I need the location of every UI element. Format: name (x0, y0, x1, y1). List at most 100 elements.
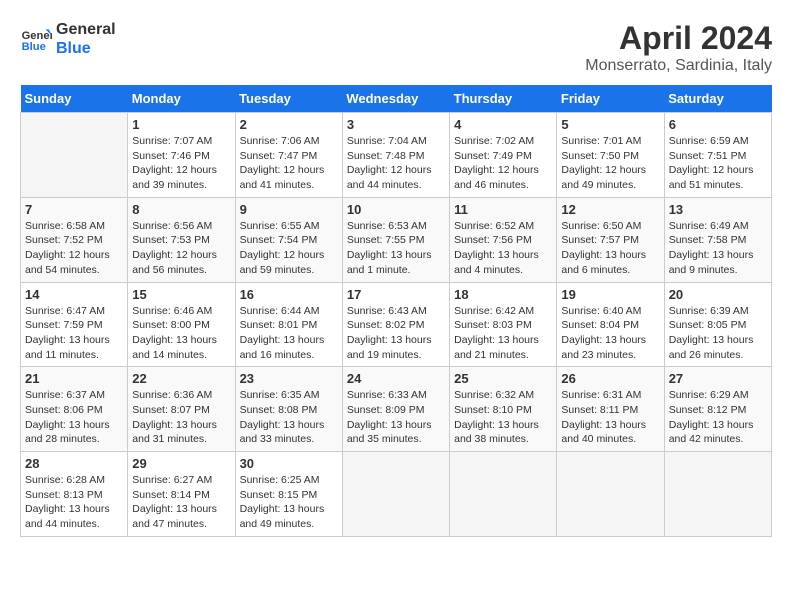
header-friday: Friday (557, 85, 664, 113)
day-info: Sunrise: 6:43 AM Sunset: 8:02 PM Dayligh… (347, 304, 445, 363)
day-number: 18 (454, 287, 552, 302)
calendar-cell: 25Sunrise: 6:32 AM Sunset: 8:10 PM Dayli… (450, 367, 557, 452)
calendar-cell: 12 Sunrise: 6:50 AM Sunset: 7:57 PM Dayli… (557, 197, 664, 282)
calendar-cell (664, 452, 771, 537)
svg-text:General: General (22, 30, 52, 42)
day-info: Sunrise: 6:47 AM Sunset: 7:59 PM Dayligh… (25, 304, 123, 363)
day-info: Sunrise: 6:42 AM Sunset: 8:03 PM Dayligh… (454, 304, 552, 363)
day-info: Sunrise: 6:28 AM Sunset: 8:13 PM Dayligh… (25, 473, 123, 532)
calendar-week-3: 14 Sunrise: 6:47 AM Sunset: 7:59 PM Dayli… (21, 282, 772, 367)
calendar-cell: 23 Sunrise: 6:35 AM Sunset: 8:08 PM Dayli… (235, 367, 342, 452)
calendar-cell (342, 452, 449, 537)
day-number: 14 (25, 287, 123, 302)
day-number: 22 (132, 371, 230, 386)
calendar-cell: 17 Sunrise: 6:43 AM Sunset: 8:02 PM Dayli… (342, 282, 449, 367)
calendar-cell: 22 Sunrise: 6:36 AM Sunset: 8:07 PM Dayli… (128, 367, 235, 452)
calendar-cell: 26Sunrise: 6:31 AM Sunset: 8:11 PM Dayli… (557, 367, 664, 452)
calendar-cell: 24Sunrise: 6:33 AM Sunset: 8:09 PM Dayli… (342, 367, 449, 452)
calendar-header-row: SundayMondayTuesdayWednesdayThursdayFrid… (21, 85, 772, 113)
day-info: Sunrise: 6:50 AM Sunset: 7:57 PM Dayligh… (561, 219, 659, 278)
calendar-cell (21, 113, 128, 198)
calendar-cell: 11Sunrise: 6:52 AM Sunset: 7:56 PM Dayli… (450, 197, 557, 282)
day-number: 17 (347, 287, 445, 302)
day-info: Sunrise: 6:55 AM Sunset: 7:54 PM Dayligh… (240, 219, 338, 278)
calendar-cell: 1 Sunrise: 7:07 AM Sunset: 7:46 PM Daylig… (128, 113, 235, 198)
calendar-week-4: 21 Sunrise: 6:37 AM Sunset: 8:06 PM Dayli… (21, 367, 772, 452)
calendar-cell (450, 452, 557, 537)
day-info: Sunrise: 7:01 AM Sunset: 7:50 PM Dayligh… (561, 134, 659, 193)
calendar-cell: 13 Sunrise: 6:49 AM Sunset: 7:58 PM Dayli… (664, 197, 771, 282)
calendar-cell: 4 Sunrise: 7:02 AM Sunset: 7:49 PM Daylig… (450, 113, 557, 198)
day-number: 19 (561, 287, 659, 302)
day-number: 15 (132, 287, 230, 302)
header-wednesday: Wednesday (342, 85, 449, 113)
day-number: 7 (25, 202, 123, 217)
day-number: 6 (669, 117, 767, 132)
calendar-week-2: 7Sunrise: 6:58 AM Sunset: 7:52 PM Daylig… (21, 197, 772, 282)
day-number: 4 (454, 117, 552, 132)
day-info: Sunrise: 6:36 AM Sunset: 8:07 PM Dayligh… (132, 388, 230, 447)
day-number: 27 (669, 371, 767, 386)
day-number: 8 (132, 202, 230, 217)
day-number: 24 (347, 371, 445, 386)
calendar-cell: 29Sunrise: 6:27 AM Sunset: 8:14 PM Dayli… (128, 452, 235, 537)
calendar-cell: 14 Sunrise: 6:47 AM Sunset: 7:59 PM Dayli… (21, 282, 128, 367)
day-info: Sunrise: 6:25 AM Sunset: 8:15 PM Dayligh… (240, 473, 338, 532)
day-info: Sunrise: 6:52 AM Sunset: 7:56 PM Dayligh… (454, 219, 552, 278)
calendar-cell: 10 Sunrise: 6:53 AM Sunset: 7:55 PM Dayli… (342, 197, 449, 282)
header-sunday: Sunday (21, 85, 128, 113)
day-info: Sunrise: 6:35 AM Sunset: 8:08 PM Dayligh… (240, 388, 338, 447)
day-number: 1 (132, 117, 230, 132)
day-info: Sunrise: 6:31 AM Sunset: 8:11 PM Dayligh… (561, 388, 659, 447)
calendar-cell: 6 Sunrise: 6:59 AM Sunset: 7:51 PM Daylig… (664, 113, 771, 198)
day-info: Sunrise: 6:56 AM Sunset: 7:53 PM Dayligh… (132, 219, 230, 278)
calendar-cell: 2Sunrise: 7:06 AM Sunset: 7:47 PM Daylig… (235, 113, 342, 198)
logo-blue: Blue (56, 39, 116, 58)
day-number: 16 (240, 287, 338, 302)
logo-icon: General Blue (20, 23, 52, 55)
calendar-cell: 30 Sunrise: 6:25 AM Sunset: 8:15 PM Dayli… (235, 452, 342, 537)
calendar-cell: 15Sunrise: 6:46 AM Sunset: 8:00 PM Dayli… (128, 282, 235, 367)
day-number: 13 (669, 202, 767, 217)
calendar-week-5: 28 Sunrise: 6:28 AM Sunset: 8:13 PM Dayli… (21, 452, 772, 537)
day-info: Sunrise: 6:29 AM Sunset: 8:12 PM Dayligh… (669, 388, 767, 447)
day-info: Sunrise: 6:49 AM Sunset: 7:58 PM Dayligh… (669, 219, 767, 278)
day-number: 3 (347, 117, 445, 132)
day-number: 10 (347, 202, 445, 217)
calendar-cell: 19 Sunrise: 6:40 AM Sunset: 8:04 PM Dayli… (557, 282, 664, 367)
day-info: Sunrise: 6:59 AM Sunset: 7:51 PM Dayligh… (669, 134, 767, 193)
day-info: Sunrise: 6:53 AM Sunset: 7:55 PM Dayligh… (347, 219, 445, 278)
day-info: Sunrise: 6:40 AM Sunset: 8:04 PM Dayligh… (561, 304, 659, 363)
day-info: Sunrise: 6:37 AM Sunset: 8:06 PM Dayligh… (25, 388, 123, 447)
day-info: Sunrise: 6:27 AM Sunset: 8:14 PM Dayligh… (132, 473, 230, 532)
day-number: 28 (25, 456, 123, 471)
calendar-cell: 3 Sunrise: 7:04 AM Sunset: 7:48 PM Daylig… (342, 113, 449, 198)
day-number: 12 (561, 202, 659, 217)
header-saturday: Saturday (664, 85, 771, 113)
svg-text:Blue: Blue (22, 41, 46, 53)
day-number: 30 (240, 456, 338, 471)
calendar-cell: 28 Sunrise: 6:28 AM Sunset: 8:13 PM Dayli… (21, 452, 128, 537)
header-monday: Monday (128, 85, 235, 113)
location-subtitle: Monserrato, Sardinia, Italy (585, 57, 772, 75)
day-info: Sunrise: 6:44 AM Sunset: 8:01 PM Dayligh… (240, 304, 338, 363)
calendar-cell: 8 Sunrise: 6:56 AM Sunset: 7:53 PM Daylig… (128, 197, 235, 282)
calendar-cell (557, 452, 664, 537)
day-info: Sunrise: 7:04 AM Sunset: 7:48 PM Dayligh… (347, 134, 445, 193)
calendar-cell: 20 Sunrise: 6:39 AM Sunset: 8:05 PM Dayli… (664, 282, 771, 367)
day-info: Sunrise: 7:07 AM Sunset: 7:46 PM Dayligh… (132, 134, 230, 193)
day-info: Sunrise: 7:02 AM Sunset: 7:49 PM Dayligh… (454, 134, 552, 193)
day-info: Sunrise: 7:06 AM Sunset: 7:47 PM Dayligh… (240, 134, 338, 193)
day-number: 21 (25, 371, 123, 386)
header-tuesday: Tuesday (235, 85, 342, 113)
day-info: Sunrise: 6:39 AM Sunset: 8:05 PM Dayligh… (669, 304, 767, 363)
day-number: 5 (561, 117, 659, 132)
month-year-title: April 2024 (585, 20, 772, 57)
calendar-table: SundayMondayTuesdayWednesdayThursdayFrid… (20, 85, 772, 537)
calendar-cell: 5 Sunrise: 7:01 AM Sunset: 7:50 PM Daylig… (557, 113, 664, 198)
day-number: 23 (240, 371, 338, 386)
calendar-body: 1 Sunrise: 7:07 AM Sunset: 7:46 PM Daylig… (21, 113, 772, 537)
day-number: 20 (669, 287, 767, 302)
day-number: 25 (454, 371, 552, 386)
calendar-cell: 18 Sunrise: 6:42 AM Sunset: 8:03 PM Dayli… (450, 282, 557, 367)
